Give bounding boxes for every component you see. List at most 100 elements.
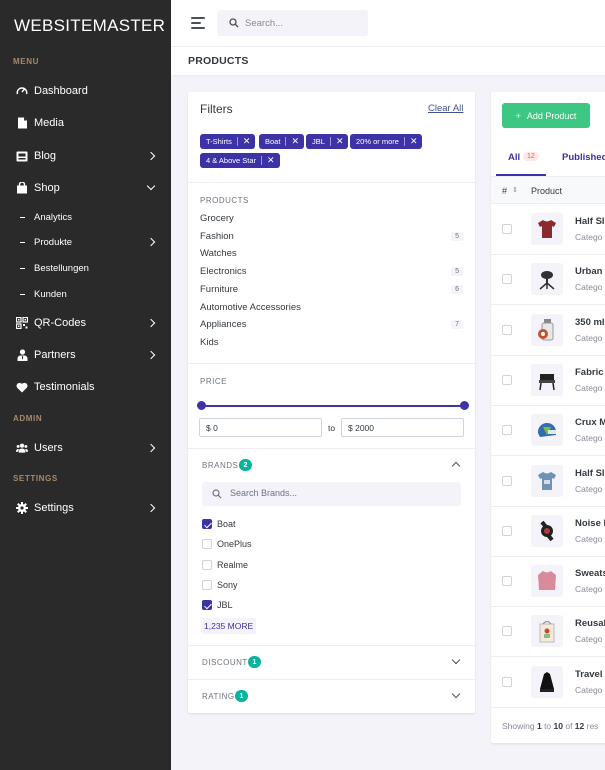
brand-checkbox[interactable] [202,559,212,570]
sidebar-item-qr-codes[interactable]: QR-Codes [0,311,171,335]
category-item[interactable]: Furniture 6 [200,284,463,298]
add-product-button[interactable]: + Add Product [502,103,590,128]
product-name[interactable]: Reusal [575,618,605,629]
sidebar-item-shop[interactable]: Shop [0,176,171,200]
product-name[interactable]: Travel [575,669,602,680]
filter-chip[interactable]: JBL ✕ [306,134,349,149]
menu-toggle-icon[interactable] [191,17,205,29]
close-icon[interactable]: ✕ [267,156,275,165]
brand-checkbox[interactable] [202,519,212,529]
product-name[interactable]: Urban [575,266,602,277]
more-brands-button[interactable]: 1,235 MORE [201,618,257,634]
table-row[interactable]: Reusal Catego [491,607,605,658]
brands-count-badge: 2 [239,459,252,471]
row-checkbox[interactable] [502,525,512,536]
clear-all-link[interactable]: Clear All [428,103,463,114]
price-max-input[interactable]: $ 2000 [341,418,464,437]
brand-checkbox[interactable] [202,579,212,590]
product-category: Catego [575,634,603,645]
sidebar-item-dashboard[interactable]: Dashboard [0,79,171,103]
table-row[interactable]: Crux M Catego [491,406,605,457]
range-handle-max[interactable] [460,401,469,410]
sidebar-item-media[interactable]: Media [0,111,171,135]
category-item[interactable]: Fashion 5 [200,231,463,245]
rating-section-label[interactable]: RATING [202,692,235,701]
table-row[interactable]: Half Sl Catego [491,457,605,507]
sidebar-item-settings[interactable]: Settings [0,496,171,520]
category-item[interactable]: Automotive Accessories [200,302,463,316]
sidebar-item-testimonials[interactable]: Testimonials [0,375,171,399]
row-checkbox[interactable] [502,274,512,285]
table-row[interactable]: Fabric Catego [491,356,605,406]
brand-checkbox-row[interactable]: OnePlus [202,537,252,551]
rating-count-badge: 1 [235,690,248,702]
row-checkbox[interactable] [502,626,512,637]
sidebar-item-blog[interactable]: Blog [0,144,171,168]
close-icon[interactable]: ✕ [336,137,344,146]
sidebar: WEBSITEMASTER MENU Dashboard Media Blog … [0,0,171,770]
category-item[interactable]: Watches [200,248,463,262]
close-icon[interactable]: ✕ [291,137,299,146]
brand-checkbox-row[interactable]: JBL [202,598,233,612]
table-row[interactable]: Travel Catego [491,658,605,708]
product-category: Catego [575,332,603,343]
product-name[interactable]: Half Sl [575,468,605,479]
category-item[interactable]: Electronics 5 [200,266,463,280]
row-checkbox[interactable] [502,576,512,587]
product-name[interactable]: Noise E [575,518,605,529]
row-checkbox[interactable] [502,475,512,486]
discount-section-label[interactable]: DISCOUNT [202,658,248,667]
table-row[interactable]: Urban Catego [491,255,605,306]
tab-all[interactable]: All [508,152,520,163]
row-checkbox[interactable] [502,676,512,687]
sidebar-subitem-bestellungen[interactable]: Bestellungen [0,258,171,278]
column-header-hash: # [502,186,508,196]
price-range-slider[interactable] [197,401,469,410]
sidebar-subitem-produkte[interactable]: Produkte [0,232,171,252]
brand-logo[interactable]: WEBSITEMASTER [14,16,165,36]
table-row[interactable]: Noise E Catego [491,507,605,557]
category-item[interactable]: Grocery [200,213,463,227]
brands-section-label[interactable]: BRANDS [202,461,238,470]
brand-checkbox-row[interactable]: Sony [202,578,238,592]
range-handle-min[interactable] [197,401,206,410]
filter-chip[interactable]: 20% or more ✕ [350,134,423,149]
sort-icon[interactable]: ⇕ [512,186,518,194]
product-name[interactable]: 350 ml [575,317,605,328]
sidebar-subitem-analytics[interactable]: Analytics [0,207,171,227]
category-item[interactable]: Appliances 7 [200,319,463,333]
section-label-admin: ADMIN [13,414,43,423]
sidebar-item-partners[interactable]: Partners [0,343,171,367]
close-icon[interactable]: ✕ [243,137,251,146]
product-name[interactable]: Sweats [575,568,605,579]
filter-chip[interactable]: T-Shirts ✕ [200,134,256,149]
row-checkbox[interactable] [502,324,512,335]
column-header-product[interactable]: Product [531,186,562,196]
row-checkbox[interactable] [502,425,512,436]
product-name[interactable]: Fabric [575,367,604,378]
table-row[interactable]: Half Sl Catego [491,205,605,255]
brand-checkbox[interactable] [202,600,212,611]
row-checkbox[interactable] [502,224,512,234]
table-row[interactable]: Sweats Catego [491,557,605,608]
product-category: Catego [575,483,603,494]
filter-chip[interactable]: 4 & Above Star ✕ [200,153,280,168]
brand-checkbox-row[interactable]: Boat [202,517,236,531]
sidebar-item-users[interactable]: Users [0,436,171,460]
table-row[interactable]: 350 ml Catego [491,306,605,356]
category-count-badge: 7 [451,320,463,330]
close-icon[interactable]: ✕ [410,137,418,146]
row-checkbox[interactable] [502,374,512,385]
product-name[interactable]: Half Sl [575,216,605,227]
filter-chip[interactable]: Boat ✕ [259,134,304,149]
search-input[interactable] [245,17,355,29]
brand-checkbox[interactable] [202,539,212,550]
tab-published[interactable]: Published [562,152,605,163]
product-name[interactable]: Crux M [575,417,605,428]
category-item[interactable]: Kids [200,337,463,351]
sidebar-subitem-kunden[interactable]: Kunden [0,284,171,304]
brand-checkbox-row[interactable]: Realme [202,558,248,572]
price-min-input[interactable]: $ 0 [199,418,322,437]
category-count-badge: 5 [451,231,463,241]
brand-search-input[interactable] [230,488,430,498]
